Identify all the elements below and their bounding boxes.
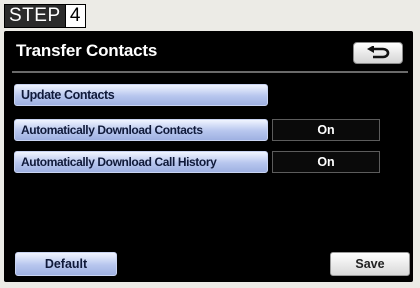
back-button[interactable] <box>353 42 403 64</box>
display-screen: Transfer Contacts Update Contacts Automa… <box>4 31 413 282</box>
return-arrow-icon <box>367 46 390 59</box>
auto-download-call-history-status: On <box>272 151 380 173</box>
title-divider <box>12 71 408 73</box>
auto-download-contacts-button[interactable]: Automatically Download Contacts <box>14 119 268 141</box>
step-number: 4 <box>64 5 85 27</box>
auto-download-call-history-button[interactable]: Automatically Download Call History <box>14 151 268 173</box>
step-badge: STEP 4 <box>4 4 86 28</box>
step-label: STEP <box>5 5 65 27</box>
page-title: Transfer Contacts <box>16 41 158 60</box>
auto-download-contacts-status: On <box>272 119 380 141</box>
save-button[interactable]: Save <box>330 252 410 276</box>
default-button[interactable]: Default <box>15 252 117 276</box>
update-contacts-button[interactable]: Update Contacts <box>14 84 268 106</box>
